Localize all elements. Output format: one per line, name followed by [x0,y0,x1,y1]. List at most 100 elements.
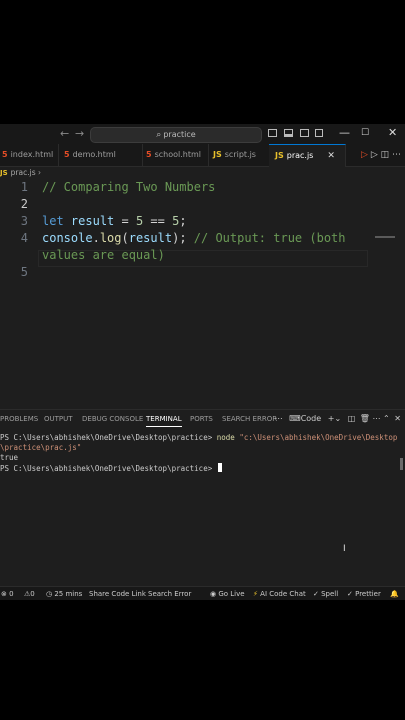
close-panel-icon[interactable]: ✕ [394,414,401,423]
minimize-button[interactable]: — [339,126,350,139]
back-arrow-icon[interactable]: ← [60,127,69,140]
error-icon: ⊗ [1,590,7,598]
breadcrumb-separator: › [38,168,41,177]
search-error-status[interactable]: Search Error [148,587,191,600]
ai-code-chat-button[interactable]: ⚡ AI Code Chat [253,587,306,600]
go-live-label: Go Live [218,590,245,598]
bolt-icon: ⚡ [253,590,258,598]
variable: result [70,214,115,228]
ai-chat-label: AI Code Chat [260,590,306,598]
javascript-icon: JS [275,151,284,160]
tab-label: index.html [10,150,54,159]
text-cursor [217,463,222,472]
terminal-shell-icon[interactable]: ⌨ [289,414,301,423]
close-tab-icon[interactable]: ✕ [327,151,335,161]
javascript-icon: JS [213,150,222,159]
toggle-primary-sidebar-icon[interactable] [268,129,277,137]
run-debug-icon[interactable]: ▷ [361,150,368,160]
tab-label: demo.html [72,150,116,159]
maximize-button[interactable]: ☐ [361,128,369,138]
time-status[interactable]: ◷ 25 mins [46,587,82,600]
tab-label: school.html [154,150,201,159]
html5-icon: 5 [2,150,8,159]
maximize-panel-icon[interactable]: ⌃ [383,414,390,423]
code-line-4: console.log(result); // Output: true (bo… [42,231,346,245]
more-views-icon[interactable]: ⋯ [275,414,283,423]
split-terminal-icon[interactable]: ◫ [348,414,356,423]
run-icon[interactable]: ▷ [371,150,378,160]
tab-prac-js[interactable]: JS prac.js ✕ [269,144,346,167]
chevron-down-icon[interactable]: ⌄ [334,414,341,423]
operator: == [143,214,173,228]
vscode-window: ← → ⌕ practice — ☐ ✕ 5 index.html 5 demo.ht… [0,124,405,600]
terminal-line: PS C:\Users\abhishek\OneDrive\Desktop\pr… [0,433,405,443]
spell-status[interactable]: ✓ Spell [313,587,338,600]
tab-demo-html[interactable]: 5 demo.html [58,144,143,166]
panel-tabs: PROBLEMS OUTPUT DEBUG CONSOLE TERMINAL P… [0,412,405,427]
toggle-secondary-sidebar-icon[interactable] [300,129,309,137]
more-actions-icon[interactable]: ⋯ [373,414,381,423]
line-number: 2 [20,197,28,211]
tab-output[interactable]: OUTPUT [44,412,73,426]
terminal-line: PS C:\Users\abhishek\OneDrive\Desktop\pr… [0,463,405,474]
breadcrumb-file[interactable]: prac.js [11,168,36,177]
panel-divider[interactable] [0,409,405,410]
terminal-line-wrap: \practice\prac.js" [0,443,82,452]
code-line-4-wrap: values are equal) [42,248,165,262]
mouse-cursor-icon: I [343,544,346,554]
line-number: 1 [20,180,28,194]
punctuation: ); [172,231,187,245]
search-icon: ⌕ [156,130,162,140]
tab-ports[interactable]: PORTS [190,412,213,426]
prettier-label: Prettier [355,590,381,598]
tab-terminal[interactable]: TERMINAL [146,412,182,427]
keyword: let [42,214,64,228]
errors-status[interactable]: ⊗ 0 [1,587,14,600]
editor-actions: ▷ ▷ ◫ ⋯ [361,144,401,166]
operator: = [114,214,136,228]
warning-count: 0 [30,590,35,598]
trash-icon[interactable]: 🗑 [360,414,370,423]
close-window-button[interactable]: ✕ [388,126,397,139]
tab-debug-console[interactable]: DEBUG CONSOLE [82,412,143,426]
warnings-status[interactable]: ⚠0 [24,587,35,600]
share-code-link[interactable]: Share Code Link [89,587,146,600]
panel-actions: ⋯ ⌨Code +⌄ ◫ 🗑 ⋯ ⌃ ✕ [275,412,401,426]
tab-search-error[interactable]: SEARCH ERROR [222,412,277,426]
search-label: practice [163,130,196,139]
go-live-button[interactable]: ◉ Go Live [210,587,245,600]
code-editor[interactable]: 1 2 3 4 5 // Comparing Two Numbers let r… [0,180,405,412]
code-line-3: let result = 5 == 5; [42,214,187,228]
command-center-search[interactable]: ⌕ practice [90,127,262,143]
customize-layout-icon[interactable] [315,129,323,137]
prettier-status[interactable]: ✓ Prettier [347,587,381,600]
shell-label[interactable]: Code [301,414,321,423]
error-count: 0 [9,590,14,598]
tab-script-js[interactable]: JS script.js [207,144,272,166]
line-number: 3 [20,214,28,228]
html5-icon: 5 [64,150,70,159]
more-actions-icon[interactable]: ⋯ [392,150,401,160]
broadcast-icon: ◉ [210,590,217,598]
forward-arrow-icon[interactable]: → [75,127,84,140]
editor-tabs: 5 index.html 5 demo.html 5 school.html JS sc… [0,144,405,167]
tab-school-html[interactable]: 5 school.html [140,144,209,166]
toggle-panel-icon[interactable] [284,129,293,137]
punctuation: . [92,231,100,245]
command: node [216,433,235,442]
tab-index-html[interactable]: 5 index.html [0,144,59,166]
prompt: PS C:\Users\abhishek\OneDrive\Desktop\pr… [0,433,213,442]
minimap[interactable] [375,236,395,238]
code-line-1: // Comparing Two Numbers [42,180,216,194]
tab-problems[interactable]: PROBLEMS [0,412,38,426]
punctuation: ; [179,214,187,228]
function: log [99,231,122,245]
terminal-scrollbar[interactable] [400,458,403,470]
line-number: 4 [20,231,28,245]
notifications-bell-icon[interactable]: 🔔 [390,587,399,600]
clock-icon: ◷ [46,590,53,598]
split-editor-icon[interactable]: ◫ [381,150,390,160]
spell-label: Spell [321,590,339,598]
breadcrumb[interactable]: JS prac.js › [0,167,41,179]
terminal-output[interactable]: PS C:\Users\abhishek\OneDrive\Desktop\pr… [0,433,405,474]
